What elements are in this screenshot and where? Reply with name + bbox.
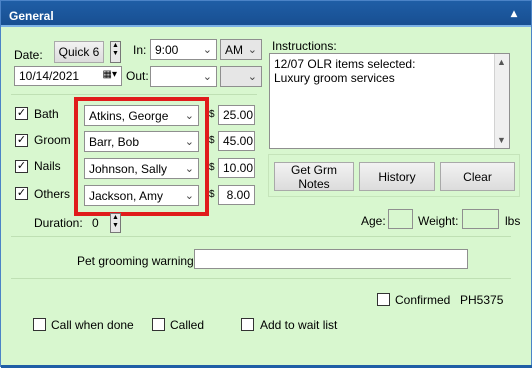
add-to-wait-list-checkbox[interactable] <box>241 318 254 331</box>
collapse-chevron-icon[interactable]: ▴ <box>511 7 523 19</box>
warning-field[interactable] <box>194 249 468 269</box>
groom-price-field[interactable]: 45.00 <box>218 131 255 151</box>
chevron-down-icon: ⌄ <box>202 44 212 56</box>
history-button[interactable]: History <box>359 162 435 191</box>
scroll-down-icon[interactable]: ▼ <box>497 133 506 147</box>
date-label: Date: <box>14 48 43 62</box>
in-time-value: 9:00 <box>155 43 179 57</box>
divider <box>11 278 511 279</box>
groom-checkbox[interactable]: ✓ <box>15 134 28 147</box>
quick-button[interactable]: Quick 6 <box>54 41 104 63</box>
others-price-field[interactable]: 8.00 <box>218 185 255 205</box>
nails-currency: $ <box>209 162 215 173</box>
nails-checkbox[interactable]: ✓ <box>15 160 28 173</box>
calendar-icon[interactable]: ▦▾ <box>103 69 117 80</box>
duration-label: Duration: <box>34 216 83 230</box>
title-bar: General ▴ <box>1 1 531 27</box>
call-when-done-label: Call when done <box>51 318 134 332</box>
others-checkbox[interactable]: ✓ <box>15 187 28 200</box>
confirmed-checkbox[interactable] <box>377 293 390 306</box>
bath-price-field[interactable]: 25.00 <box>218 105 255 125</box>
weight-unit: lbs <box>505 214 521 228</box>
add-to-wait-list-label: Add to wait list <box>260 318 338 332</box>
others-label: Others <box>34 187 71 201</box>
date-spinner[interactable]: ▲ ▼ <box>110 41 121 63</box>
bath-currency: $ <box>209 109 215 120</box>
in-label: In: <box>133 43 147 57</box>
general-window: General ▴ Date: Quick 6 ▲ ▼ In: 9:00 ⌄ AM… <box>0 0 532 368</box>
in-ampm-value: AM <box>225 43 243 57</box>
groom-label: Groom <box>34 133 71 147</box>
record-code: PH5375 <box>460 293 504 307</box>
chevron-down-icon: ⌄ <box>247 71 257 83</box>
scroll-up-icon[interactable]: ▲ <box>497 55 506 69</box>
weight-field[interactable] <box>462 209 499 229</box>
get-grm-notes-button[interactable]: Get Grm Notes <box>274 162 354 191</box>
instructions-line-1: 12/07 OLR items selected: <box>274 57 416 71</box>
staff-highlight-box <box>74 97 209 216</box>
out-ampm-select[interactable]: ⌄ <box>220 66 262 87</box>
bath-label: Bath <box>34 107 59 121</box>
in-ampm-select[interactable]: AM ⌄ <box>220 39 262 60</box>
window-title: General <box>9 9 54 23</box>
date-field[interactable]: 10/14/2021 ▦▾ <box>14 66 122 86</box>
out-time-select[interactable]: ⌄ <box>150 66 217 87</box>
chevron-down-icon: ⌄ <box>247 44 257 56</box>
instructions-line-2: Luxury groom services <box>274 71 395 85</box>
called-label: Called <box>170 318 205 332</box>
out-label: Out: <box>126 69 149 83</box>
bath-checkbox[interactable]: ✓ <box>15 107 28 120</box>
chevron-down-icon: ⌄ <box>202 71 212 83</box>
age-field[interactable] <box>388 209 413 229</box>
instructions-scrollbar[interactable]: ▲ ▼ <box>494 54 509 148</box>
date-value: 10/14/2021 <box>19 69 80 83</box>
divider <box>11 94 257 95</box>
others-currency: $ <box>209 189 215 200</box>
warning-label: Pet grooming warning: <box>77 254 198 268</box>
weight-label: Weight: <box>418 214 459 228</box>
confirmed-label: Confirmed <box>395 293 451 307</box>
nails-label: Nails <box>34 159 61 173</box>
nails-price-field[interactable]: 10.00 <box>218 158 255 178</box>
instructions-label: Instructions: <box>272 39 337 53</box>
called-checkbox[interactable] <box>152 318 165 331</box>
clear-button[interactable]: Clear <box>440 162 515 191</box>
call-when-done-checkbox[interactable] <box>33 318 46 331</box>
duration-value[interactable]: 0 <box>92 216 99 230</box>
instructions-textarea[interactable]: 12/07 OLR items selected: Luxury groom s… <box>269 53 510 149</box>
groom-currency: $ <box>209 135 215 146</box>
divider <box>11 236 511 237</box>
in-time-select[interactable]: 9:00 ⌄ <box>150 39 217 60</box>
duration-spinner[interactable]: ▲ ▼ <box>110 213 121 233</box>
age-label: Age: <box>361 214 386 228</box>
